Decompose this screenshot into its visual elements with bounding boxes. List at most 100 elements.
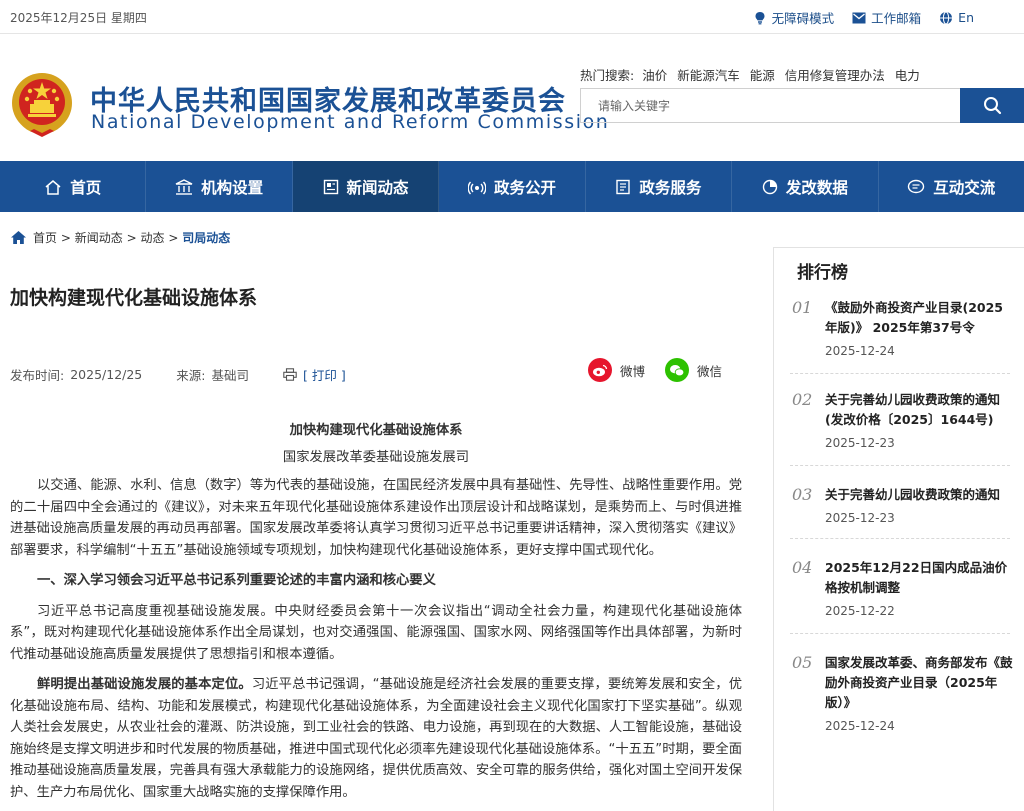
article-paragraph: 鲜明提出基础设施发展的基本定位。习近平总书记强调，“基础设施是经济社会发展的重要… bbox=[10, 674, 742, 803]
breadcrumb-dynamics[interactable]: 动态 bbox=[140, 231, 164, 245]
main-nav: 首页 机构设置 新闻动态 政务公开 政务服务 发改数据 互动交流 bbox=[0, 161, 1024, 212]
breadcrumb-separator: > bbox=[60, 231, 71, 245]
article-title: 加快构建现代化基础设施体系 bbox=[10, 287, 258, 309]
publish-label: 发布时间: bbox=[10, 368, 65, 383]
article-source: 基础司 bbox=[211, 368, 249, 383]
site-title-en[interactable]: National Development and Reform Commissi… bbox=[91, 111, 609, 133]
breadcrumb-news[interactable]: 新闻动态 bbox=[75, 231, 123, 245]
search-icon bbox=[983, 97, 1001, 115]
work-mail-label: 工作邮箱 bbox=[871, 11, 922, 26]
ranking-item-date: 2025-12-23 bbox=[825, 511, 895, 525]
share-weibo[interactable]: 微博 bbox=[588, 358, 645, 382]
institution-icon bbox=[175, 178, 193, 195]
hot-search-label: 热门搜索: bbox=[580, 68, 635, 83]
ranking-item-title[interactable]: 国家发展改革委、商务部发布《鼓励外商投资产业目录（2025年版）》 bbox=[825, 653, 1015, 713]
hot-keyword[interactable]: 信用修复管理办法 bbox=[785, 68, 885, 83]
ranking-number: 04 bbox=[792, 558, 813, 577]
share-wechat[interactable]: 微信 bbox=[665, 358, 722, 382]
breadcrumb: 首页 > 新闻动态 > 动态 > 司局动态 bbox=[10, 229, 230, 246]
accessibility-icon bbox=[755, 11, 765, 24]
ranking-item-title[interactable]: 关于完善幼儿园收费政策的通知(发改价格〔2025〕1644号) bbox=[825, 390, 1015, 430]
chat-icon bbox=[908, 179, 925, 193]
ranking-number: 02 bbox=[792, 390, 813, 409]
hot-keyword[interactable]: 油价 bbox=[642, 68, 667, 83]
top-bar: 2025年12月25日 星期四 无障碍模式 工作邮箱 En bbox=[0, 0, 1024, 34]
weibo-icon bbox=[588, 358, 612, 382]
article-heading: 加快构建现代化基础设施体系 bbox=[289, 423, 463, 438]
ranking-title: 排行榜 bbox=[797, 263, 848, 283]
ranking-number: 03 bbox=[792, 485, 813, 504]
ranking-panel: 排行榜 01 《鼓励外商投资产业目录(2025年版)》 2025年第37号令 2… bbox=[773, 247, 1024, 811]
divider bbox=[790, 465, 1010, 466]
work-mail-link[interactable]: 工作邮箱 bbox=[852, 8, 921, 27]
source-label: 来源: bbox=[176, 368, 206, 383]
ranking-item-title[interactable]: 《鼓励外商投资产业目录(2025年版)》 2025年第37号令 bbox=[825, 298, 1015, 338]
ranking-number: 01 bbox=[792, 298, 813, 317]
search-input[interactable] bbox=[581, 89, 961, 122]
service-icon bbox=[616, 179, 631, 194]
accessibility-mode-link[interactable]: 无障碍模式 bbox=[753, 8, 835, 27]
ranking-item-date: 2025-12-24 bbox=[825, 344, 895, 358]
ranking-item-date: 2025-12-22 bbox=[825, 604, 895, 618]
nav-label: 机构设置 bbox=[201, 178, 264, 197]
ranking-number: 05 bbox=[792, 653, 813, 672]
breadcrumb-current[interactable]: 司局动态 bbox=[182, 231, 230, 245]
hot-search: 热门搜索: 油价 新能源汽车 能源 信用修复管理办法 电力 bbox=[580, 65, 926, 84]
article-author: 国家发展改革委基础设施发展司 bbox=[282, 449, 470, 465]
breadcrumb-separator: > bbox=[168, 231, 179, 245]
hot-keyword[interactable]: 新能源汽车 bbox=[677, 68, 740, 83]
paragraph-text: 习近平总书记强调，“基础设施是经济社会发展的重要支撑，要统筹发展和安全，优化基础… bbox=[10, 677, 743, 800]
accessibility-mode-label: 无障碍模式 bbox=[771, 11, 835, 26]
ranking-item-title[interactable]: 关于完善幼儿园收费政策的通知 bbox=[825, 485, 1015, 505]
nav-item-news[interactable]: 新闻动态 bbox=[292, 161, 440, 212]
nav-label: 互动交流 bbox=[933, 178, 996, 197]
home-icon[interactable] bbox=[10, 230, 27, 245]
share-bar: 微博 微信 bbox=[588, 358, 722, 382]
print-label: [ 打印 ] bbox=[303, 368, 346, 383]
nav-item-data[interactable]: 发改数据 bbox=[732, 161, 879, 212]
nav-label: 发改数据 bbox=[785, 178, 848, 197]
search-button[interactable] bbox=[960, 88, 1024, 123]
divider bbox=[790, 538, 1010, 539]
english-label: En bbox=[958, 10, 974, 25]
site-header: 中华人民共和国国家发展和改革委员会 National Development a… bbox=[0, 35, 1024, 161]
print-button[interactable]: [ 打印 ] bbox=[283, 365, 346, 384]
article-paragraph: 以交通、能源、水利、信息（数字）等为代表的基础设施，在国民经济发展中具有基础性、… bbox=[10, 478, 742, 558]
nav-item-gov-affairs[interactable]: 政务公开 bbox=[439, 161, 586, 212]
data-pie-icon bbox=[762, 179, 778, 194]
nav-label: 新闻动态 bbox=[346, 178, 409, 197]
nav-item-interaction[interactable]: 互动交流 bbox=[879, 161, 1024, 212]
breadcrumb-separator: > bbox=[126, 231, 137, 245]
nav-item-gov-service[interactable]: 政务服务 bbox=[586, 161, 733, 212]
article-meta: 发布时间: 2025/12/25 来源: 基础司 [ 打印 ] bbox=[10, 365, 346, 384]
english-link[interactable]: En bbox=[939, 8, 974, 27]
ranking-item-date: 2025-12-23 bbox=[825, 436, 895, 450]
divider bbox=[790, 373, 1010, 374]
article-body: 加快构建现代化基础设施体系 国家发展改革委基础设施发展司 以交通、能源、水利、信… bbox=[10, 420, 742, 811]
divider bbox=[790, 633, 1010, 634]
ranking-item-title[interactable]: 2025年12月22日国内成品油价格按机制调整 bbox=[825, 558, 1015, 598]
nav-label: 首页 bbox=[70, 178, 102, 197]
broadcast-icon bbox=[467, 181, 486, 194]
publish-date: 2025/12/25 bbox=[70, 367, 143, 382]
nav-item-home[interactable]: 首页 bbox=[0, 161, 147, 212]
paragraph-lead: 鲜明提出基础设施发展的基本定位。 bbox=[37, 677, 252, 692]
article-paragraph: 习近平总书记高度重视基础设施发展。中央财经委员会第十一次会议指出“调动全社会力量… bbox=[10, 603, 742, 662]
article-section-heading: 一、深入学习领会习近平总书记系列重要论述的丰富内涵和核心要义 bbox=[37, 573, 436, 588]
share-weibo-label: 微博 bbox=[620, 363, 646, 379]
current-date: 2025年12月25日 星期四 bbox=[10, 11, 147, 25]
search-box bbox=[580, 88, 1024, 123]
top-links: 无障碍模式 工作邮箱 En bbox=[753, 8, 974, 27]
news-icon bbox=[323, 179, 338, 194]
national-emblem-icon[interactable] bbox=[10, 71, 74, 139]
breadcrumb-home[interactable]: 首页 bbox=[33, 231, 57, 245]
nav-label: 政务公开 bbox=[493, 178, 556, 197]
printer-icon bbox=[283, 368, 297, 381]
nav-item-institution[interactable]: 机构设置 bbox=[146, 161, 293, 212]
globe-icon bbox=[940, 11, 953, 24]
nav-label: 政务服务 bbox=[639, 178, 702, 197]
hot-keyword[interactable]: 电力 bbox=[895, 68, 920, 83]
share-wechat-label: 微信 bbox=[697, 363, 723, 379]
ranking-item-date: 2025-12-24 bbox=[825, 719, 895, 733]
hot-keyword[interactable]: 能源 bbox=[750, 68, 775, 83]
